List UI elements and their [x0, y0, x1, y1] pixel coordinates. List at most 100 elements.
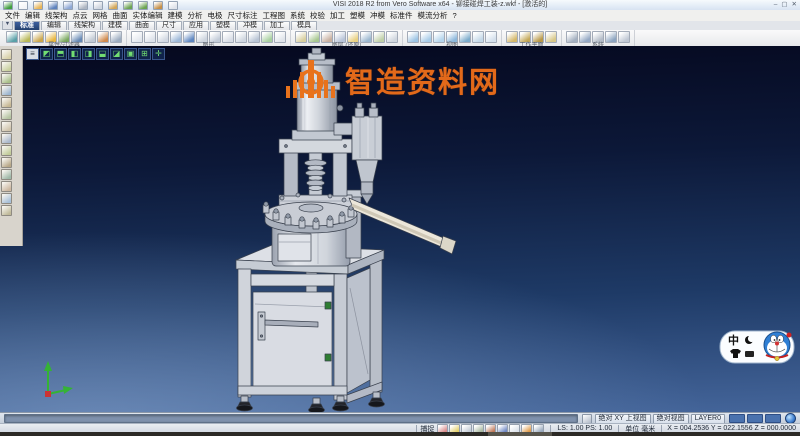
layer-restore-icon[interactable]: [360, 31, 372, 43]
top-view-icon[interactable]: ⬒: [54, 48, 67, 60]
zoom-previous-icon[interactable]: [222, 31, 234, 43]
shaded-view-icon[interactable]: [131, 31, 143, 43]
select-tool-icon[interactable]: [1, 49, 12, 60]
color-attribute-icon[interactable]: [19, 31, 31, 43]
dynamic-shade-icon[interactable]: [170, 31, 182, 43]
render-mode-icon[interactable]: [183, 31, 195, 43]
left-view-icon[interactable]: ◪: [110, 48, 123, 60]
refresh-view-icon[interactable]: [261, 31, 273, 43]
app-logo-icon[interactable]: [3, 1, 13, 10]
menu-item[interactable]: 加工: [330, 10, 345, 21]
menu-item[interactable]: 冲模: [370, 10, 385, 21]
linetype-attribute-icon[interactable]: [32, 31, 44, 43]
layer-manager-icon[interactable]: [295, 31, 307, 43]
save-icon[interactable]: [48, 1, 58, 10]
menu-item[interactable]: 分析: [188, 10, 203, 21]
filter-reset-icon[interactable]: [110, 31, 122, 43]
view-top-icon[interactable]: [407, 31, 419, 43]
menu-item[interactable]: 标准件: [390, 10, 413, 21]
menu-item[interactable]: 建模: [168, 10, 183, 21]
view-isometric-icon[interactable]: [446, 31, 458, 43]
offset-tool-icon[interactable]: [1, 193, 12, 204]
tab-modeling[interactable]: 建模: [102, 21, 128, 30]
menu-item[interactable]: 系统: [290, 10, 305, 21]
menu-item[interactable]: 校验: [310, 10, 325, 21]
view-menu-icon[interactable]: ≡: [26, 48, 39, 60]
menu-item[interactable]: 文件: [5, 10, 20, 21]
zoom-window-icon[interactable]: [209, 31, 221, 43]
system-settings-icon[interactable]: [566, 31, 578, 43]
workplane-3points-icon[interactable]: [532, 31, 544, 43]
ime-mode-indicator[interactable]: 中: [728, 333, 739, 347]
selection-mode-icon[interactable]: [582, 414, 592, 424]
attribute-edit-icon[interactable]: [6, 31, 18, 43]
spline-tool-icon[interactable]: [1, 133, 12, 144]
fillet-tool-icon[interactable]: [1, 169, 12, 180]
chamfer-tool-icon[interactable]: [1, 181, 12, 192]
tab-edit[interactable]: 编辑: [41, 21, 67, 30]
view-list-icon[interactable]: [485, 31, 497, 43]
tab-wireframe[interactable]: 线架构: [68, 21, 101, 30]
menu-item[interactable]: 点云: [73, 10, 88, 21]
rectangle-tool-icon[interactable]: [1, 109, 12, 120]
menu-item[interactable]: 实体编辑: [133, 10, 163, 21]
tab-machining[interactable]: 加工: [264, 21, 290, 30]
view-side-icon[interactable]: [433, 31, 445, 43]
view-dynamic-icon[interactable]: [459, 31, 471, 43]
layer-off-icon[interactable]: [321, 31, 333, 43]
print-icon[interactable]: [78, 1, 88, 10]
visibility-filter-icon[interactable]: [84, 31, 96, 43]
menu-item[interactable]: 电极: [208, 10, 223, 21]
bottom-view-icon[interactable]: ▣: [124, 48, 137, 60]
close-icon[interactable]: ✕: [792, 0, 797, 10]
zoom-extents-icon[interactable]: ⊞: [138, 48, 151, 60]
layer-new-icon[interactable]: [373, 31, 385, 43]
tab-standard[interactable]: 标准: [14, 21, 40, 30]
layer-on-icon[interactable]: [308, 31, 320, 43]
wireframe-view-icon[interactable]: [144, 31, 156, 43]
view-front-icon[interactable]: [420, 31, 432, 43]
color-swatch-1[interactable]: [729, 414, 745, 423]
active-layer-button[interactable]: LAYER0: [691, 414, 725, 424]
workplane-standard-icon[interactable]: [506, 31, 518, 43]
element-filter-icon[interactable]: [71, 31, 83, 43]
tab-dimension[interactable]: 尺寸: [156, 21, 182, 30]
zoom-fit-icon[interactable]: [196, 31, 208, 43]
tab-application[interactable]: 应用: [183, 21, 209, 30]
pan-view-icon[interactable]: [235, 31, 247, 43]
menu-item[interactable]: 编辑: [25, 10, 40, 21]
color-swatch-3[interactable]: [765, 414, 781, 423]
layer-isolate-icon[interactable]: [334, 31, 346, 43]
database-icon[interactable]: [579, 31, 591, 43]
ime-toolbar[interactable]: 中: [719, 327, 797, 367]
tab-die[interactable]: 冲模: [237, 21, 263, 30]
menu-item[interactable]: 曲面: [113, 10, 128, 21]
iso-view-icon[interactable]: ◩: [40, 48, 53, 60]
back-view-icon[interactable]: ⬓: [96, 48, 109, 60]
new-file-icon[interactable]: [18, 1, 28, 10]
tab-mould[interactable]: 塑模: [210, 21, 236, 30]
extend-tool-icon[interactable]: [1, 157, 12, 168]
highlight-filter-icon[interactable]: [97, 31, 109, 43]
line-tool-icon[interactable]: [1, 73, 12, 84]
layer-current-icon[interactable]: [347, 31, 359, 43]
view-previous-icon[interactable]: [472, 31, 484, 43]
trim-tool-icon[interactable]: [1, 145, 12, 156]
menu-item[interactable]: 线架构: [45, 10, 68, 21]
system-info-icon[interactable]: [618, 31, 630, 43]
point-tool-icon[interactable]: [1, 61, 12, 72]
menu-item[interactable]: 网格: [93, 10, 108, 21]
color-swatch-2[interactable]: [747, 414, 763, 423]
redraw-icon[interactable]: [274, 31, 286, 43]
workplane-reset-icon[interactable]: [545, 31, 557, 43]
save-all-icon[interactable]: [63, 1, 73, 10]
arc-tool-icon[interactable]: [1, 97, 12, 108]
ime-toolbox-icon[interactable]: [745, 351, 754, 357]
right-view-icon[interactable]: ◨: [82, 48, 95, 60]
polyline-tool-icon[interactable]: [1, 121, 12, 132]
toolbar-dropdown-icon[interactable]: ▼: [2, 21, 13, 30]
open-file-icon[interactable]: [33, 1, 43, 10]
3d-viewport[interactable]: ≡◩⬒◧◨⬓◪▣⊞✛ 智造资料网: [0, 46, 800, 412]
menu-item[interactable]: 尺寸标注: [228, 10, 258, 21]
print-preview-icon[interactable]: [93, 1, 103, 10]
